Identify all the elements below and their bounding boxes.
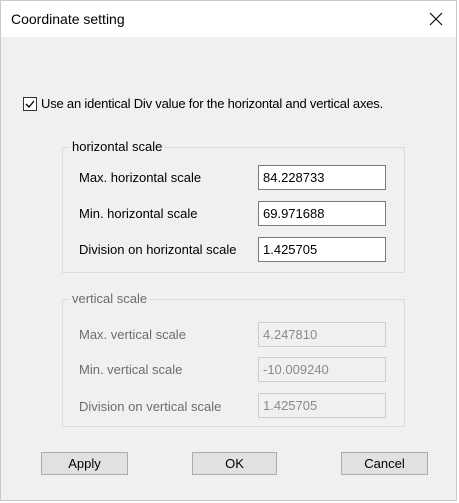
horizontal-scale-group-title: horizontal scale [70, 139, 165, 154]
min-horizontal-label: Min. horizontal scale [79, 206, 198, 221]
close-button[interactable] [416, 1, 456, 37]
max-vertical-field: 4.247810 [258, 322, 386, 347]
max-vertical-label: Max. vertical scale [79, 327, 186, 342]
checkmark-icon [25, 100, 35, 108]
coordinate-setting-dialog: Coordinate setting Use an identical Div … [0, 0, 457, 501]
vertical-scale-group-title: vertical scale [70, 291, 150, 306]
division-horizontal-label: Division on horizontal scale [79, 242, 237, 257]
division-horizontal-field[interactable]: 1.425705 [258, 237, 386, 262]
identical-div-checkbox-row[interactable]: Use an identical Div value for the horiz… [23, 96, 383, 111]
min-horizontal-field[interactable]: 69.971688 [258, 201, 386, 226]
max-horizontal-label: Max. horizontal scale [79, 170, 202, 185]
cancel-button[interactable]: Cancel [341, 452, 428, 475]
identical-div-checkbox-label[interactable]: Use an identical Div value for the horiz… [41, 96, 383, 111]
horizontal-scale-group: horizontal scale Max. horizontal scale 8… [62, 139, 405, 273]
identical-div-checkbox[interactable] [23, 96, 37, 111]
close-icon [429, 12, 443, 26]
vertical-scale-group: vertical scale Max. vertical scale 4.247… [62, 291, 405, 427]
division-vertical-field: 1.425705 [258, 393, 386, 418]
division-vertical-label: Division on vertical scale [79, 399, 222, 414]
apply-button[interactable]: Apply [41, 452, 128, 475]
ok-button[interactable]: OK [192, 452, 277, 475]
dialog-title: Coordinate setting [11, 11, 125, 27]
min-vertical-field: -10.009240 [258, 357, 386, 382]
title-bar: Coordinate setting [1, 1, 456, 37]
max-horizontal-field[interactable]: 84.228733 [258, 165, 386, 190]
min-vertical-label: Min. vertical scale [79, 362, 183, 377]
